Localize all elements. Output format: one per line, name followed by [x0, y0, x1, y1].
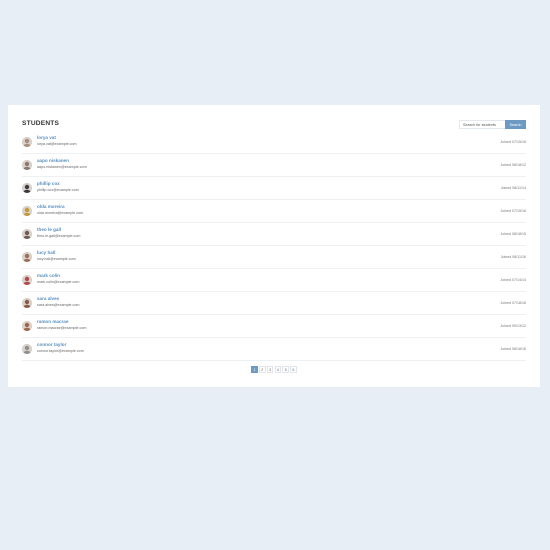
student-name-link[interactable]: lorya vat — [37, 135, 56, 140]
student-email: lorya.vat@example.com — [37, 142, 77, 146]
page-button-2[interactable]: 2 — [259, 366, 266, 373]
joined-date: Joined 08/18/15 — [500, 231, 526, 236]
student-email: phillip.cox@example.com — [37, 188, 79, 192]
joined-date: Joined 08/18/16 — [500, 346, 526, 351]
student-name-link[interactable]: sara alves — [37, 296, 59, 301]
page-button-4[interactable]: 4 — [274, 366, 282, 373]
joined-date: Joined 08/11/16 — [500, 254, 526, 259]
list-item: phillip cox phillip.cox@example.com Joined… — [22, 177, 526, 200]
list-item: aapo niskanen aapo.niskanen@example.com Jo… — [22, 154, 526, 177]
avatar[interactable] — [22, 137, 32, 147]
student-list: lorya vat lorya.vat@example.com Joined 07/… — [22, 131, 526, 361]
joined-date: Joined 07/14/14 — [500, 277, 526, 282]
student-email: aapo.niskanen@example.com — [37, 165, 87, 169]
student-name-link[interactable]: connor taylor — [37, 342, 66, 347]
pagination: 123456 — [8, 366, 540, 373]
avatar[interactable] — [22, 275, 32, 285]
avatar[interactable] — [22, 229, 32, 239]
student-name-link[interactable]: mark colin — [37, 273, 60, 278]
list-item: lorya vat lorya.vat@example.com Joined 07/… — [22, 131, 526, 154]
avatar[interactable] — [22, 298, 32, 308]
student-email: theo.le.gall@example.com — [37, 234, 81, 238]
list-item: lucy hall lucy.hall@example.com Joined 08/… — [22, 246, 526, 269]
page-button-1[interactable]: 1 — [251, 366, 258, 373]
person-avatar-icon — [22, 183, 32, 193]
list-item: mark colin mark.colin@example.com Joined 0… — [22, 269, 526, 292]
page-title: STUDENTS — [22, 120, 60, 127]
person-avatar-icon — [22, 344, 32, 354]
student-name-link[interactable]: phillip cox — [37, 181, 60, 186]
person-avatar-icon — [22, 298, 32, 308]
search-form: Search — [459, 120, 526, 129]
person-avatar-icon — [22, 137, 32, 147]
list-item: connor taylor connor.taylor@example.com Jo… — [22, 338, 526, 361]
avatar[interactable] — [22, 206, 32, 216]
student-name-link[interactable]: olda moreira — [37, 204, 65, 209]
avatar[interactable] — [22, 252, 32, 262]
joined-date: Joined 07/18/16 — [500, 300, 526, 305]
student-email: connor.taylor@example.com — [37, 349, 84, 353]
avatar[interactable] — [22, 160, 32, 170]
student-name-link[interactable]: theo le gall — [37, 227, 61, 232]
person-avatar-icon — [22, 160, 32, 170]
joined-date: Joined 08/18/12 — [500, 162, 526, 167]
search-input[interactable] — [459, 120, 505, 129]
joined-date: Joined 08/11/14 — [500, 185, 526, 190]
person-avatar-icon — [22, 275, 32, 285]
avatar[interactable] — [22, 344, 32, 354]
joined-date: Joined 07/15/16 — [500, 139, 526, 144]
person-avatar-icon — [22, 206, 32, 216]
list-item: ramon macrae ramon.macrae@example.com Join… — [22, 315, 526, 338]
student-email: lucy.hall@example.com — [37, 257, 76, 261]
avatar[interactable] — [22, 321, 32, 331]
joined-date: Joined 07/15/16 — [500, 208, 526, 213]
student-email: sara.alves@example.com — [37, 303, 80, 307]
person-avatar-icon — [22, 252, 32, 262]
person-avatar-icon — [22, 229, 32, 239]
student-name-link[interactable]: lucy hall — [37, 250, 55, 255]
page-button-3[interactable]: 3 — [266, 366, 274, 373]
list-item: sara alves sara.alves@example.com Joined 0… — [22, 292, 526, 315]
student-email: olda.moreira@example.com — [37, 211, 84, 215]
list-item: theo le gall theo.le.gall@example.com Join… — [22, 223, 526, 246]
page-button-6[interactable]: 6 — [290, 366, 297, 373]
student-name-link[interactable]: ramon macrae — [37, 319, 68, 324]
avatar[interactable] — [22, 183, 32, 193]
student-email: mark.colin@example.com — [37, 280, 80, 284]
student-name-link[interactable]: aapo niskanen — [37, 158, 69, 163]
person-avatar-icon — [22, 321, 32, 331]
student-email: ramon.macrae@example.com — [37, 326, 87, 330]
joined-date: Joined 09/13/12 — [500, 323, 526, 328]
list-item: olda moreira olda.moreira@example.com Join… — [22, 200, 526, 223]
students-card: STUDENTS Search lorya vat lorya.vat@examp… — [8, 105, 540, 387]
page-button-5[interactable]: 5 — [282, 366, 289, 373]
search-button[interactable]: Search — [505, 120, 526, 129]
